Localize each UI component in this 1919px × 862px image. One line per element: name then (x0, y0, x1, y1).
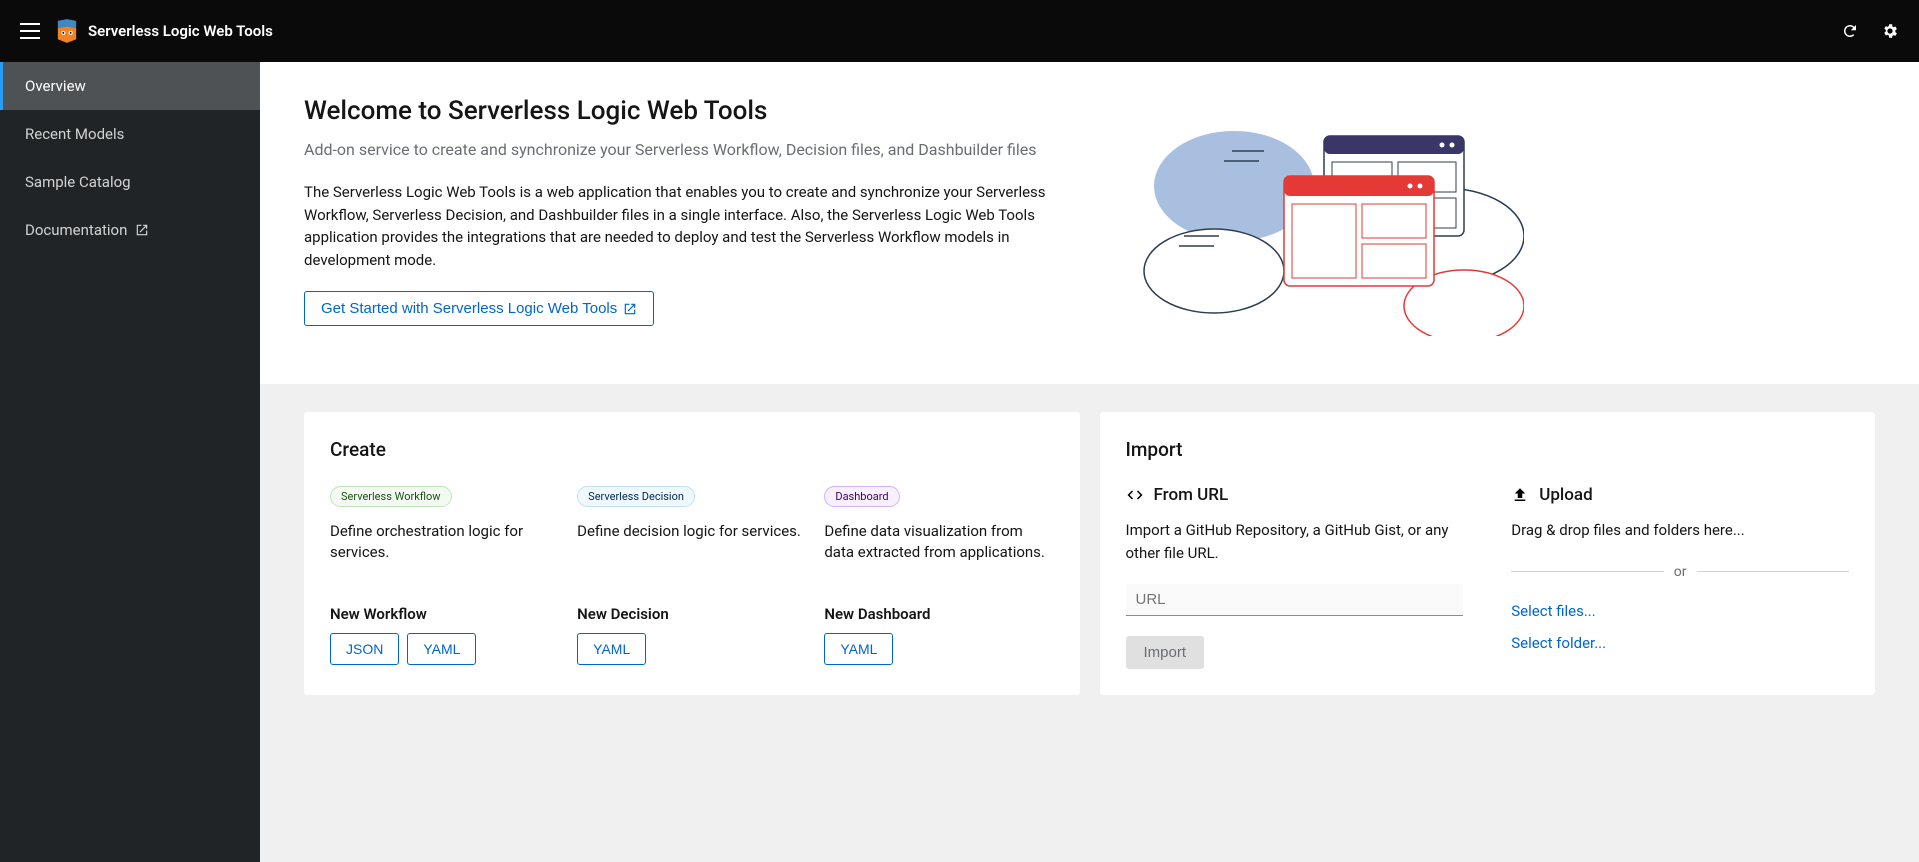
sidebar-nav: Overview Recent Models Sample Catalog Docum… (0, 62, 260, 862)
create-yaml-button[interactable]: YAML (824, 633, 893, 665)
create-button-row: JSONYAML (330, 633, 559, 665)
create-col-dashboard: Dashboard Define data visualization from … (824, 485, 1053, 665)
sidebar-item-overview[interactable]: Overview (0, 62, 260, 110)
upload-icon (1511, 486, 1529, 504)
import-title: Import (1126, 438, 1850, 461)
sidebar-item-label: Sample Catalog (25, 173, 131, 191)
get-started-label: Get Started with Serverless Logic Web To… (321, 300, 617, 317)
from-url-section: From URL Import a GitHub Repository, a G… (1126, 485, 1464, 669)
select-folder-link[interactable]: Select folder... (1511, 634, 1849, 652)
create-desc: Define data visualization from data extr… (824, 521, 1053, 587)
external-link-icon (135, 223, 149, 237)
create-title: Create (330, 438, 1054, 461)
app-title: Serverless Logic Web Tools (88, 22, 273, 40)
hero-illustration (1124, 96, 1524, 340)
create-col-serverless-decision: Serverless Decision Define decision logic… (577, 485, 806, 665)
create-badge: Dashboard (824, 486, 899, 507)
from-url-label: From URL (1154, 485, 1229, 505)
hero-section: Welcome to Serverless Logic Web Tools Ad… (260, 62, 1919, 384)
sidebar-item-sample-catalog[interactable]: Sample Catalog (0, 158, 260, 206)
settings-gear-icon[interactable] (1881, 22, 1899, 40)
create-subheading: New Decision (577, 605, 806, 623)
create-subheading: New Dashboard (824, 605, 1053, 623)
create-json-button[interactable]: JSON (330, 633, 399, 665)
url-input[interactable] (1126, 584, 1464, 616)
create-button-row: YAML (824, 633, 1053, 665)
external-link-icon (623, 302, 637, 316)
import-button[interactable]: Import (1126, 636, 1205, 669)
get-started-button[interactable]: Get Started with Serverless Logic Web To… (304, 291, 654, 326)
header-right (1841, 22, 1899, 40)
owl-logo-icon (56, 19, 78, 43)
or-divider: or (1511, 564, 1849, 580)
create-subheading: New Workflow (330, 605, 559, 623)
select-files-link[interactable]: Select files... (1511, 602, 1849, 620)
upload-heading: Upload (1511, 485, 1849, 505)
sidebar-item-documentation[interactable]: Documentation (0, 206, 260, 254)
refresh-icon[interactable] (1841, 22, 1859, 40)
hero-description: The Serverless Logic Web Tools is a web … (304, 181, 1084, 271)
create-desc: Define orchestration logic for services. (330, 521, 559, 587)
upload-desc: Drag & drop files and folders here... (1511, 519, 1849, 542)
sidebar-item-label: Documentation (25, 221, 127, 239)
hero-subtitle: Add-on service to create and synchronize… (304, 140, 1084, 159)
sidebar-item-recent-models[interactable]: Recent Models (0, 110, 260, 158)
create-button-row: YAML (577, 633, 806, 665)
main-content: Welcome to Serverless Logic Web Tools Ad… (260, 62, 1919, 862)
hamburger-menu-button[interactable] (20, 23, 40, 39)
create-col-serverless-workflow: Serverless Workflow Define orchestration … (330, 485, 559, 665)
sidebar-item-label: Recent Models (25, 125, 124, 143)
create-badge: Serverless Decision (577, 486, 695, 507)
app-header: Serverless Logic Web Tools (0, 0, 1919, 62)
header-left: Serverless Logic Web Tools (20, 19, 273, 43)
create-desc: Define decision logic for services. (577, 521, 806, 587)
code-icon (1126, 486, 1144, 504)
create-yaml-button[interactable]: YAML (577, 633, 646, 665)
logo-wrap: Serverless Logic Web Tools (56, 19, 273, 43)
cards-row: Create Serverless Workflow Define orchest… (260, 384, 1919, 723)
import-card: Import From URL Import a GitHub Reposito… (1100, 412, 1876, 695)
create-card: Create Serverless Workflow Define orchest… (304, 412, 1080, 695)
hero-title: Welcome to Serverless Logic Web Tools (304, 96, 1084, 126)
create-yaml-button[interactable]: YAML (407, 633, 476, 665)
from-url-heading: From URL (1126, 485, 1464, 505)
from-url-desc: Import a GitHub Repository, a GitHub Gis… (1126, 519, 1464, 564)
upload-section: Upload Drag & drop files and folders her… (1511, 485, 1849, 669)
hero-text: Welcome to Serverless Logic Web Tools Ad… (304, 96, 1084, 340)
sidebar-item-label: Overview (25, 77, 86, 95)
upload-label: Upload (1539, 485, 1592, 505)
create-badge: Serverless Workflow (330, 486, 452, 507)
